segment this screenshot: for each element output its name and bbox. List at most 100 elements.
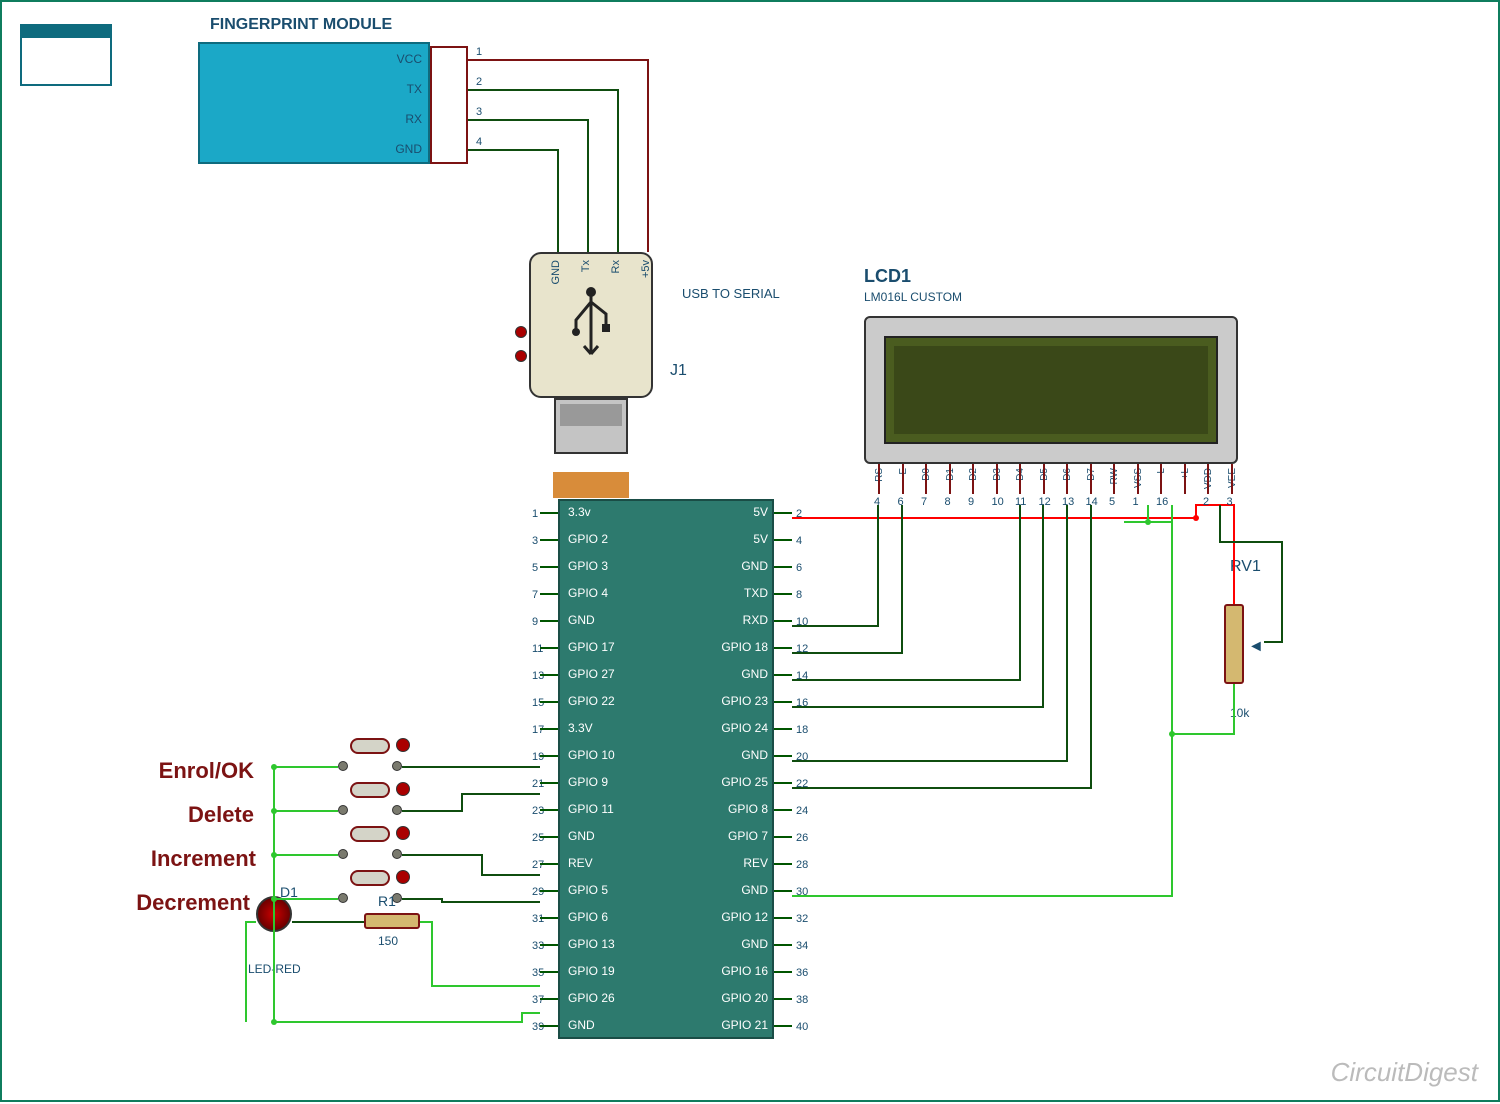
button-led-3 [396,870,410,884]
fp-pin-gnd: GND [386,142,422,156]
pi-left-stub-25 [540,836,558,838]
pi-right-pin-20-num: 20 [796,751,808,763]
r1-value: 150 [378,934,398,948]
pi-right-pin-4-num: 4 [796,535,802,547]
pi-right-label-10: RXD [698,613,768,627]
pi-right-pin-30-num: 30 [796,886,808,898]
lcd-pin-D3-num: 10 [992,496,1004,508]
pi-right-stub-18 [774,728,792,730]
usb-label: USB TO SERIAL [682,286,780,301]
lcd-pin-D6-num: 13 [1062,496,1074,508]
pi-left-label-15: GPIO 22 [568,694,615,708]
pi-left-label-27: REV [568,856,593,870]
pi-left-pin-17-num: 17 [532,724,544,736]
lcd-ref: LCD1 [864,266,911,287]
lcd-pin-D0-num: 7 [921,496,927,508]
lcd-pin-VSS-num: 1 [1133,496,1139,508]
pi-left-pin-35-num: 35 [532,967,544,979]
pi-left-stub-11 [540,647,558,649]
lcd-screen [894,346,1208,434]
pi-right-label-18: GPIO 24 [698,721,768,735]
fp-pin-tx: TX [386,82,422,96]
pi-right-pin-10-num: 10 [796,616,808,628]
lcd-stub-13 [1184,464,1186,494]
pi-right-pin-36-num: 36 [796,967,808,979]
pi-left-stub-17 [540,728,558,730]
lcd-pin-VDD-num: 2 [1203,496,1209,508]
pi-right-stub-40 [774,1025,792,1027]
pi-right-stub-4 [774,539,792,541]
watermark: CircuitDigest [1331,1057,1478,1088]
pi-left-label-33: GPIO 13 [568,937,615,951]
usb-led-1 [515,326,527,338]
pi-right-pin-2-num: 2 [796,508,802,520]
rv1-wiper-icon: ◄ [1248,638,1264,656]
lcd-pin-E-num: 6 [898,496,904,508]
pi-right-pin-26-num: 26 [796,832,808,844]
btn-label-delete: Delete [114,802,254,828]
lcd-pin-D4-num: 11 [1015,496,1026,508]
lcd-stub-8 [1066,464,1068,494]
lcd-stub-0 [878,464,880,494]
pi-right-pin-12-num: 12 [796,643,808,655]
lcd-stub-4 [972,464,974,494]
lcd-stub-1 [902,464,904,494]
pi-left-label-13: GPIO 27 [568,667,615,681]
pi-left-pin-9-num: 9 [532,616,538,628]
usb-led-2 [515,350,527,362]
lcd-pin-D5-num: 12 [1039,496,1051,508]
pi-right-pin-28-num: 28 [796,859,808,871]
pi-left-pin-5-num: 5 [532,562,538,574]
btn-label-decrement: Decrement [110,890,250,916]
pi-right-pin-22-num: 22 [796,778,808,790]
pi-right-pin-34-num: 34 [796,940,808,952]
r1-body [364,913,420,929]
pi-right-stub-6 [774,566,792,568]
pi-left-pin-39-num: 39 [532,1021,544,1033]
pi-left-stub-7 [540,593,558,595]
pi-left-pin-37-num: 37 [532,994,544,1006]
button-2[interactable] [350,826,390,842]
pi-right-stub-26 [774,836,792,838]
lcd-stub-2 [925,464,927,494]
pi-right-stub-30 [774,890,792,892]
pi-right-stub-22 [774,782,792,784]
rv1-body[interactable] [1224,604,1244,684]
pi-left-stub-33 [540,944,558,946]
pi-left-pin-21-num: 21 [532,778,544,790]
pi-left-label-19: GPIO 10 [568,748,615,762]
pi-left-label-11: GPIO 17 [568,640,615,654]
pi-right-stub-16 [774,701,792,703]
button-1[interactable] [350,782,390,798]
pi-right-label-20: GND [698,748,768,762]
usb-ref: J1 [670,362,687,380]
pi-left-pin-29-num: 29 [532,886,544,898]
button-dot-1b [392,805,402,815]
pi-right-label-8: TXD [698,586,768,600]
pi-left-label-21: GPIO 9 [568,775,608,789]
pi-right-stub-36 [774,971,792,973]
pi-left-pin-11-num: 11 [532,643,543,655]
pi-left-label-31: GPIO 6 [568,910,608,924]
pi-left-pin-31-num: 31 [532,913,544,925]
fp-pin-2-num: 2 [476,76,482,88]
pi-left-stub-3 [540,539,558,541]
button-dot-0a [338,761,348,771]
btn-label-enrol: Enrol/OK [114,758,254,784]
button-led-1 [396,782,410,796]
pi-left-stub-29 [540,890,558,892]
pi-left-pin-33-num: 33 [532,940,544,952]
button-0[interactable] [350,738,390,754]
pi-right-label-34: GND [698,937,768,951]
pi-right-stub-2 [774,512,792,514]
pi-right-pin-24-num: 24 [796,805,808,817]
pi-right-stub-12 [774,647,792,649]
pi-right-pin-6-num: 6 [796,562,802,574]
pi-right-label-6: GND [698,559,768,573]
pi-right-pin-14-num: 14 [796,670,808,682]
pi-left-label-5: GPIO 3 [568,559,608,573]
button-3[interactable] [350,870,390,886]
lcd-stub-6 [1019,464,1021,494]
pi-right-stub-14 [774,674,792,676]
pi-left-label-17: 3.3V [568,721,593,735]
